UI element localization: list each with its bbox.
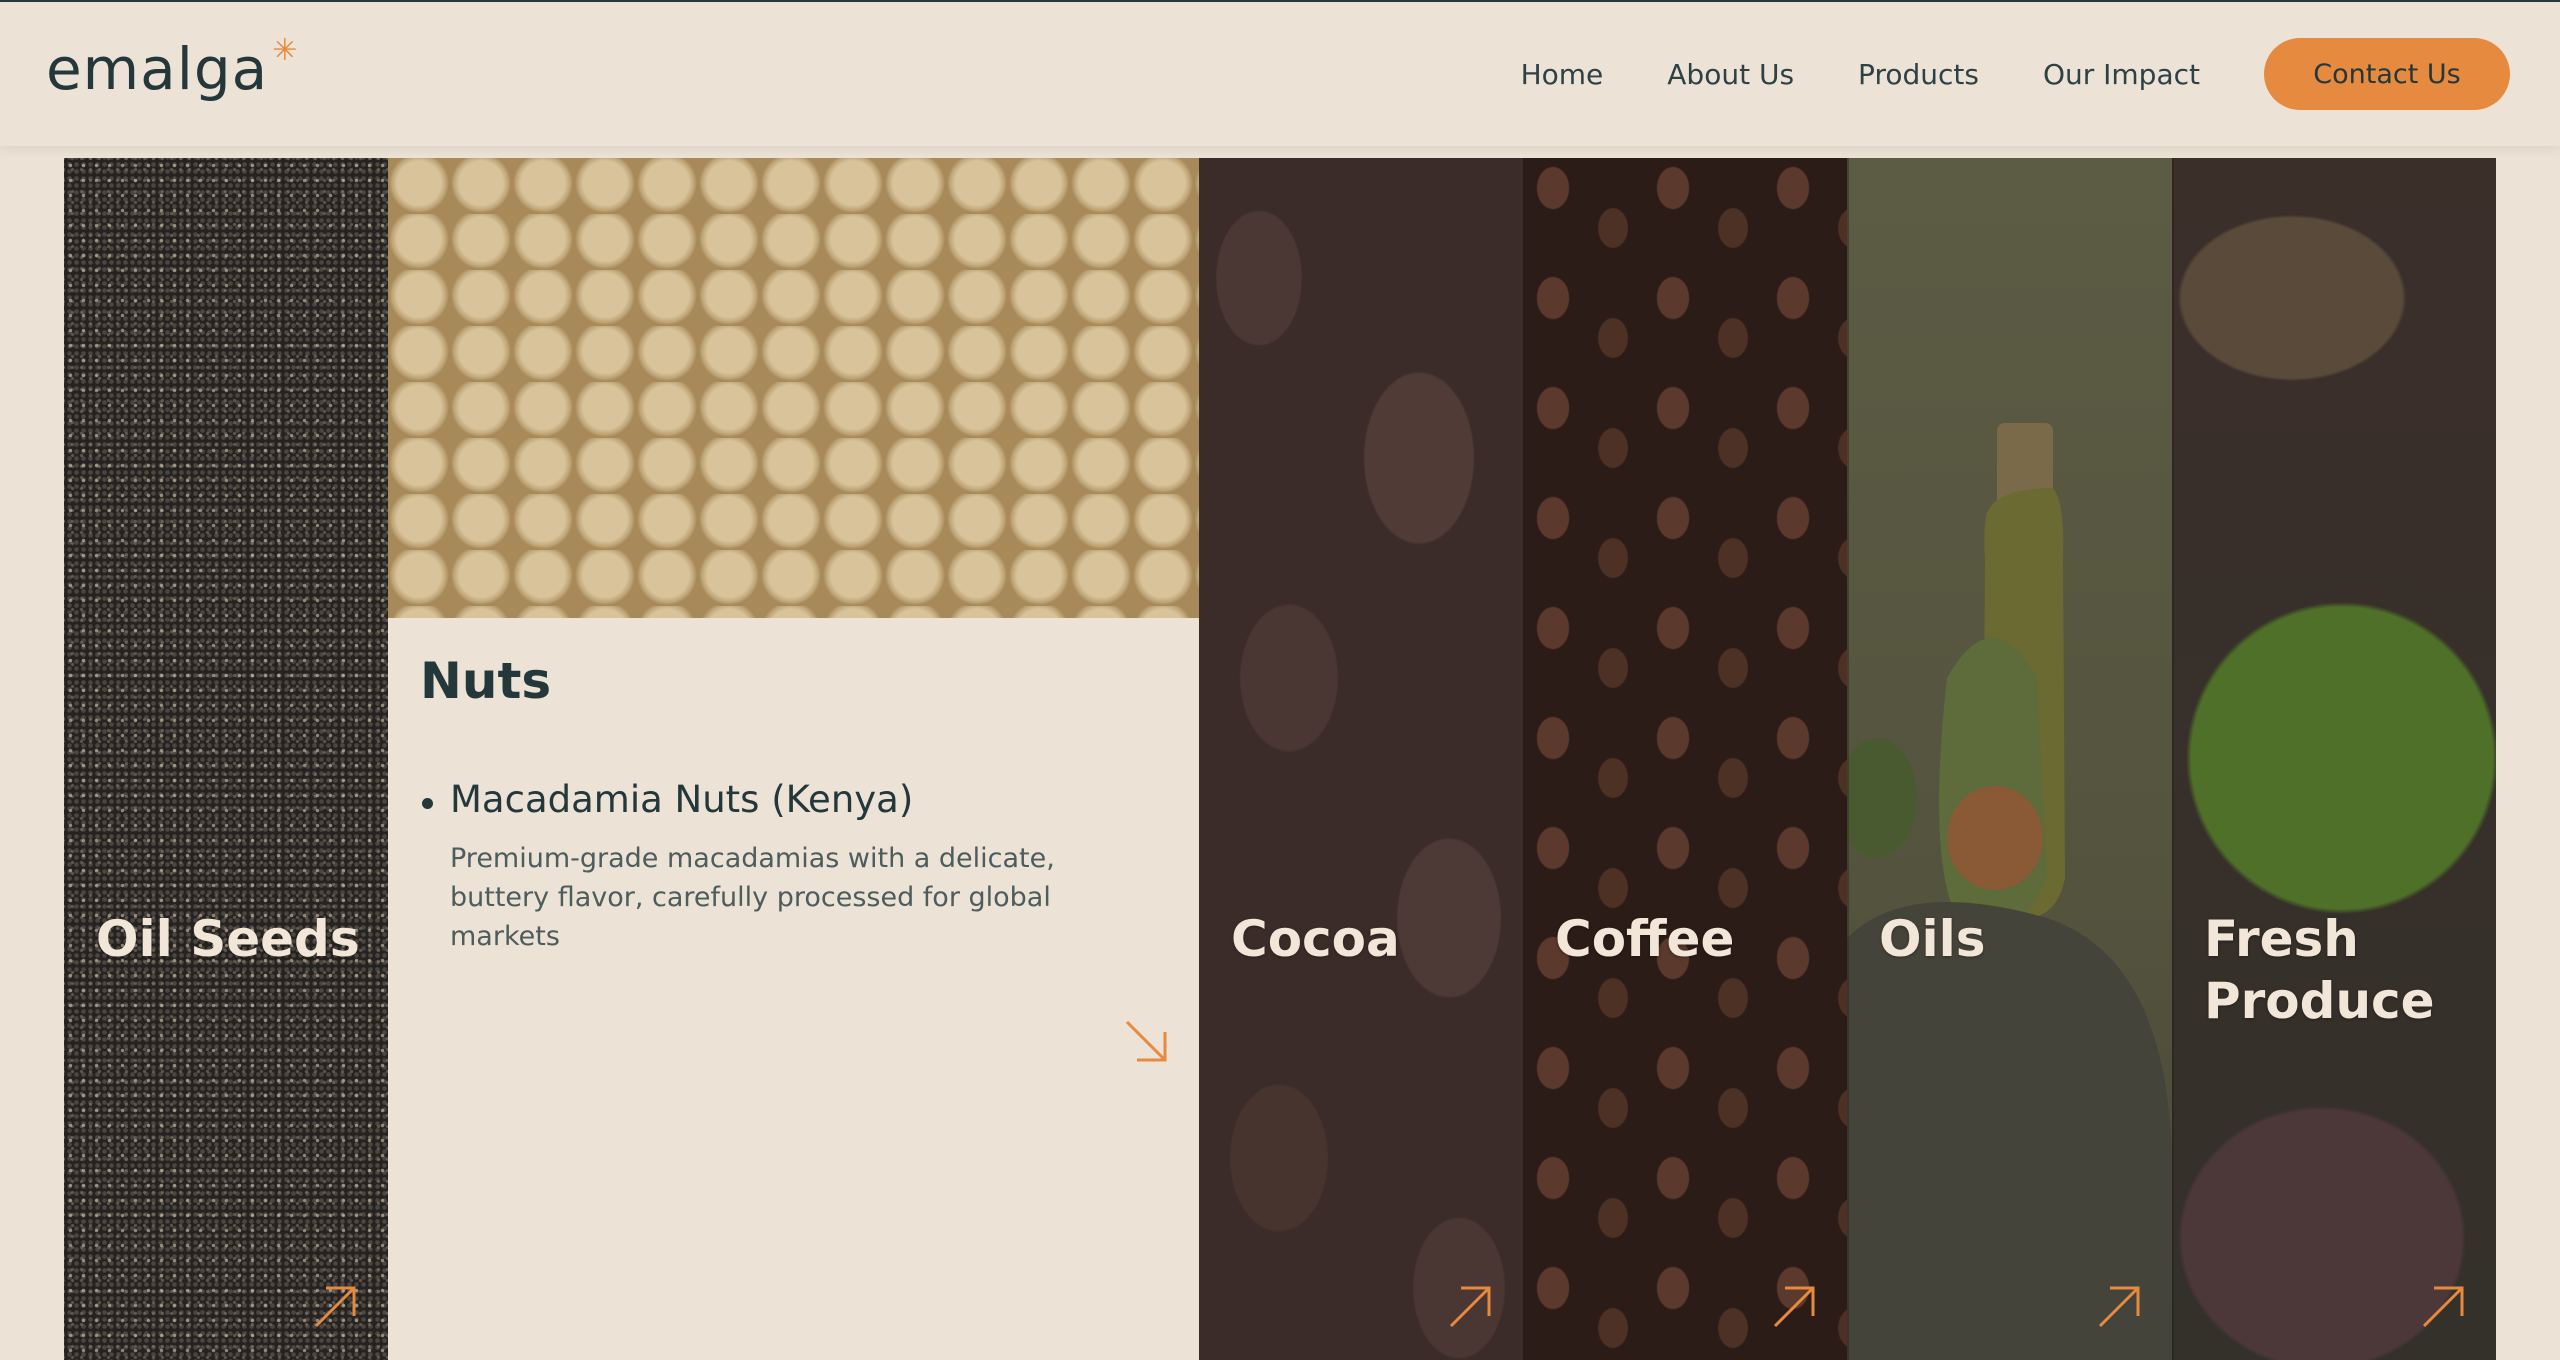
arrow-up-right-icon[interactable]: [1447, 1284, 1493, 1330]
product-name: Macadamia Nuts (Kenya): [420, 778, 1100, 821]
main-nav: Home About Us Products Our Impact Contac…: [1521, 2, 2560, 146]
nav-products[interactable]: Products: [1858, 58, 1979, 91]
nuts-image: [388, 158, 1199, 618]
category-label: Fresh Produce: [2204, 910, 2435, 1030]
category-label: Oils: [1879, 910, 1986, 968]
nav-about-us[interactable]: About Us: [1667, 58, 1794, 91]
category-panel-oils[interactable]: Oils: [1847, 158, 2172, 1360]
oil-bottle-avocado-image: [1847, 423, 2172, 1360]
site-header: emalga ✳ Home About Us Products Our Impa…: [0, 2, 2560, 146]
arrow-up-right-icon[interactable]: [2420, 1284, 2466, 1330]
nav-our-impact[interactable]: Our Impact: [2043, 58, 2200, 91]
category-panel-cocoa[interactable]: Cocoa: [1199, 158, 1523, 1360]
category-panel-fresh-produce[interactable]: Fresh Produce: [2172, 158, 2496, 1360]
nuts-product-list: Macadamia Nuts (Kenya) Premium-grade mac…: [420, 778, 1100, 956]
category-label: Cocoa: [1231, 910, 1400, 968]
logo[interactable]: emalga ✳: [46, 35, 297, 103]
logo-wordmark: emalga: [46, 35, 269, 103]
nav-home[interactable]: Home: [1521, 58, 1604, 91]
arrow-up-right-icon[interactable]: [1771, 1284, 1817, 1330]
nuts-details: Nuts Macadamia Nuts (Kenya) Premium-grad…: [388, 618, 1199, 1360]
nuts-title: Nuts: [420, 652, 552, 710]
arrow-down-right-icon[interactable]: [1123, 1018, 1169, 1064]
panel-divider: [2172, 158, 2174, 1360]
category-panel-nuts[interactable]: Nuts Macadamia Nuts (Kenya) Premium-grad…: [388, 158, 1199, 1360]
logo-star-icon: ✳: [272, 33, 298, 68]
category-label: Coffee: [1555, 910, 1735, 968]
list-item: Macadamia Nuts (Kenya) Premium-grade mac…: [420, 778, 1100, 956]
category-panel-oil-seeds[interactable]: Oil Seeds: [64, 158, 388, 1360]
product-description: Premium-grade macadamias with a delicate…: [450, 843, 1055, 952]
category-label: Oil Seeds: [96, 910, 360, 968]
contact-us-button[interactable]: Contact Us: [2264, 38, 2510, 110]
arrow-up-right-icon[interactable]: [2096, 1284, 2142, 1330]
arrow-up-right-icon[interactable]: [312, 1284, 358, 1330]
product-categories: Oil Seeds Nuts Macadamia Nuts (Kenya) Pr…: [64, 158, 2496, 1360]
category-panel-coffee[interactable]: Coffee: [1523, 158, 1847, 1360]
panel-divider: [1847, 158, 1849, 1360]
panel-divider: [1523, 158, 1525, 1360]
